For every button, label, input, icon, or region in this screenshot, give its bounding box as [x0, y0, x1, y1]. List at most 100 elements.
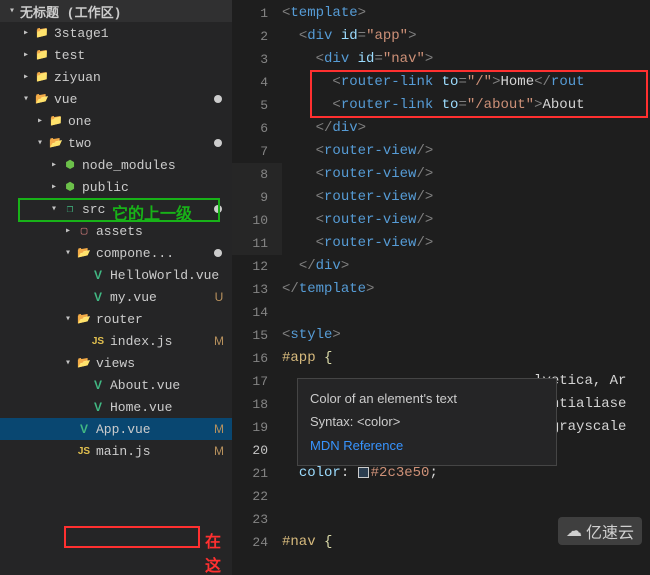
chevron-right-icon[interactable]: [32, 115, 48, 127]
folder-o-icon: 📂: [76, 311, 92, 327]
chevron-down-icon[interactable]: [60, 247, 76, 259]
line-number: 4: [232, 71, 282, 94]
code-area[interactable]: <template> <div id="app"> <div id="nav">…: [282, 0, 650, 575]
code-line[interactable]: <router-view/>: [282, 186, 650, 209]
chevron-right-icon[interactable]: [18, 71, 34, 83]
file-label: node_modules: [82, 158, 226, 173]
code-line[interactable]: </div>: [282, 117, 650, 140]
line-number: 14: [232, 301, 282, 324]
hover-mdn-link[interactable]: MDN Reference: [310, 434, 544, 457]
annotation-text-src: 它的上一级: [112, 200, 192, 224]
tree-item-about-vue[interactable]: VAbout.vue: [0, 374, 232, 396]
hover-line-2: Syntax: <color>: [310, 410, 544, 433]
chevron-right-icon[interactable]: [60, 225, 76, 237]
code-line[interactable]: <router-view/>: [282, 163, 650, 186]
tree-item-helloworld-vue[interactable]: VHelloWorld.vue: [0, 264, 232, 286]
workspace-root[interactable]: 无标题 (工作区): [0, 0, 232, 22]
views-icon: 📂: [76, 355, 92, 371]
file-label: main.js: [96, 444, 212, 459]
line-number: 8: [232, 163, 282, 186]
line-number: 24: [232, 531, 282, 554]
chevron-down-icon[interactable]: [18, 93, 34, 105]
tree-item-public[interactable]: ⬢public: [0, 176, 232, 198]
line-number: 7: [232, 140, 282, 163]
code-line[interactable]: <router-view/>: [282, 209, 650, 232]
line-number: 5: [232, 94, 282, 117]
tree-item-ziyuan[interactable]: 📁ziyuan: [0, 66, 232, 88]
code-line[interactable]: [282, 301, 650, 324]
tree-item-home-vue[interactable]: VHome.vue: [0, 396, 232, 418]
file-label: my.vue: [110, 290, 212, 305]
folder-o-icon: 📂: [48, 135, 64, 151]
chevron-right-icon[interactable]: [46, 181, 62, 193]
file-label: App.vue: [96, 422, 212, 437]
chevron-down-icon: [4, 5, 20, 17]
code-line[interactable]: <div id="app">: [282, 25, 650, 48]
tree-item-index-js[interactable]: JSindex.jsM: [0, 330, 232, 352]
nodemod-icon: ⬢: [62, 179, 78, 195]
code-line[interactable]: <template>: [282, 2, 650, 25]
git-status: M: [212, 422, 226, 436]
tree-item-views[interactable]: 📂 views: [0, 352, 232, 374]
nodemod-icon: ⬢: [62, 157, 78, 173]
file-label: views: [96, 356, 226, 371]
file-label: assets: [96, 224, 226, 239]
line-number: 9: [232, 186, 282, 209]
file-tree: 📁3stage1📁test📁ziyuan📂vue📁one📂two⬢node_mo…: [0, 22, 232, 462]
file-explorer[interactable]: 无标题 (工作区) 📁3stage1📁test📁ziyuan📂vue📁one📂t…: [0, 0, 232, 575]
tree-item-vue[interactable]: 📂vue: [0, 88, 232, 110]
chevron-right-icon[interactable]: [18, 27, 34, 39]
tree-item-my-vue[interactable]: Vmy.vueU: [0, 286, 232, 308]
folder-o-icon: 📂: [76, 245, 92, 261]
chevron-right-icon[interactable]: [18, 49, 34, 61]
code-line[interactable]: <style>: [282, 324, 650, 347]
tree-item-app-vue[interactable]: VApp.vueM: [0, 418, 232, 440]
code-line[interactable]: <div id="nav">: [282, 48, 650, 71]
code-line[interactable]: </div>: [282, 255, 650, 278]
git-status: U: [212, 290, 226, 304]
code-line[interactable]: #app {: [282, 347, 650, 370]
chevron-down-icon[interactable]: [60, 357, 76, 369]
line-number: 23: [232, 508, 282, 531]
code-line[interactable]: </template>: [282, 278, 650, 301]
line-number: 12: [232, 255, 282, 278]
tree-item-one[interactable]: 📁 one: [0, 110, 232, 132]
modified-dot-icon: [214, 95, 222, 103]
folder-icon: 📁: [48, 113, 64, 129]
tree-item-two[interactable]: 📂two: [0, 132, 232, 154]
cloud-icon: ☁: [566, 521, 582, 541]
tree-item-compone-[interactable]: 📂compone...: [0, 242, 232, 264]
folder-icon: 📁: [34, 47, 50, 63]
chevron-down-icon[interactable]: [32, 137, 48, 149]
file-label: Home.vue: [110, 400, 226, 415]
line-number: 16: [232, 347, 282, 370]
code-editor[interactable]: 123456789101112131415161718192021222324 …: [232, 0, 650, 575]
chevron-down-icon[interactable]: [60, 313, 76, 325]
code-line[interactable]: [282, 485, 650, 508]
tree-item-3stage1[interactable]: 📁3stage1: [0, 22, 232, 44]
line-number: 3: [232, 48, 282, 71]
file-label: one: [68, 114, 226, 129]
line-number: 10: [232, 209, 282, 232]
line-number: 1: [232, 2, 282, 25]
line-number: 17: [232, 370, 282, 393]
tree-item-test[interactable]: 📁test: [0, 44, 232, 66]
line-number: 21: [232, 462, 282, 485]
line-number: 2: [232, 25, 282, 48]
folder-o-icon: 📂: [34, 91, 50, 107]
modified-dot-icon: [214, 139, 222, 147]
file-label: 3stage1: [54, 26, 226, 41]
line-number: 19: [232, 416, 282, 439]
line-number: 15: [232, 324, 282, 347]
js-icon: JS: [76, 443, 92, 459]
hover-tooltip: Color of an element's text Syntax: <colo…: [297, 378, 557, 466]
tree-item-node_modules[interactable]: ⬢ node_modules: [0, 154, 232, 176]
code-line[interactable]: <router-view/>: [282, 232, 650, 255]
annotation-box-red-code: [310, 70, 648, 118]
folder-icon: 📁: [34, 69, 50, 85]
chevron-right-icon[interactable]: [46, 159, 62, 171]
tree-item-router[interactable]: 📂router: [0, 308, 232, 330]
workspace-title: 无标题 (工作区): [20, 2, 226, 21]
code-line[interactable]: <router-view/>: [282, 140, 650, 163]
tree-item-main-js[interactable]: JSmain.jsM: [0, 440, 232, 462]
